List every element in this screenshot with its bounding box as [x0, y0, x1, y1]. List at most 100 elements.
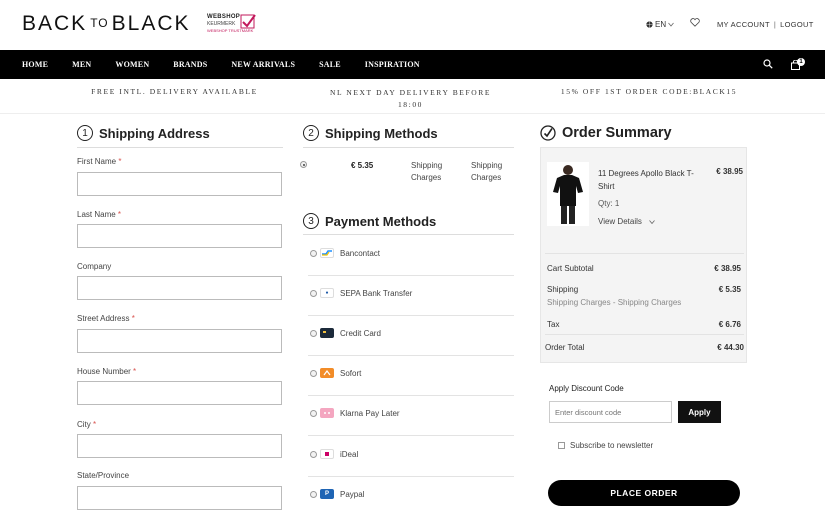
webshop-trustmark[interactable]: WEBSHOP KEURMERK WEBSHOP TRUSTMARK: [207, 14, 259, 36]
city-label: City *: [77, 420, 96, 429]
sofort-icon: [320, 368, 334, 378]
payment-option-bancontact[interactable]: Bancontact: [308, 236, 514, 276]
logout-link[interactable]: LOGOUT: [780, 20, 813, 29]
payment-radio[interactable]: [310, 250, 317, 257]
bancontact-icon: [320, 248, 334, 258]
last-name-label: Last Name *: [77, 210, 121, 219]
view-details-toggle[interactable]: View Details: [598, 217, 655, 226]
payment-name: Klarna Pay Later: [340, 409, 400, 418]
main-navigation: HOME MEN WOMEN BRANDS NEW ARRIVALS SALE …: [0, 50, 825, 79]
nav-item-sale[interactable]: SALE: [319, 60, 341, 69]
house-number-input[interactable]: [77, 381, 282, 405]
payment-option-ideal[interactable]: iDeal: [308, 437, 514, 477]
shipping-method-radio[interactable]: [300, 161, 307, 168]
globe-icon: [646, 21, 653, 28]
divider: [303, 234, 514, 235]
divider: [303, 147, 514, 148]
trustmark-line2: KEURMERK: [207, 21, 236, 27]
qty-label: Qty:: [598, 199, 613, 208]
nav-item-brands[interactable]: BRANDS: [173, 60, 207, 69]
shipping-method-name: Shipping Charges: [411, 160, 442, 184]
discount-code-input[interactable]: [549, 401, 672, 423]
nav-item-home[interactable]: HOME: [22, 60, 48, 69]
trustmark-line1: WEBSHOP: [207, 14, 241, 20]
label-text: Street Address: [77, 314, 130, 323]
label-text: First Name: [77, 157, 117, 166]
step-number: 3: [303, 213, 319, 229]
chevron-down-icon: [668, 22, 674, 27]
nav-item-inspiration[interactable]: INSPIRATION: [365, 60, 420, 69]
product-qty: Qty: 1: [598, 199, 619, 208]
payment-radio[interactable]: [310, 491, 317, 498]
state-province-label: State/Province: [77, 471, 129, 480]
payment-option-sepa[interactable]: ● SEPA Bank Transfer: [308, 276, 514, 316]
carrier-line1: Shipping: [471, 161, 503, 170]
city-input[interactable]: [77, 434, 282, 458]
company-label: Company: [77, 262, 111, 271]
wishlist-heart-icon[interactable]: [690, 18, 700, 27]
shipping-address-heading: 1 Shipping Address: [77, 125, 210, 141]
order-total-value: € 44.30: [717, 343, 744, 352]
search-icon[interactable]: [763, 59, 773, 69]
street-address-label: Street Address *: [77, 314, 135, 323]
step-number: 1: [77, 125, 93, 141]
product-name[interactable]: 11 Degrees Apollo Black T- Shirt: [598, 167, 694, 193]
label-text: City: [77, 420, 91, 429]
cart-button[interactable]: 1: [791, 58, 805, 70]
first-name-input[interactable]: [77, 172, 282, 196]
promo-bar: FREE INTL. DELIVERY AVAILABLE NL NEXT DA…: [0, 79, 825, 114]
credit-card-icon: [320, 328, 334, 338]
apply-discount-button[interactable]: Apply: [678, 401, 721, 423]
payment-option-klarna[interactable]: Klarna Pay Later: [308, 396, 514, 436]
newsletter-label: Subscribe to newsletter: [570, 441, 654, 450]
nav-item-new-arrivals[interactable]: NEW ARRIVALS: [231, 60, 295, 69]
payment-option-credit-card[interactable]: Credit Card: [308, 316, 514, 356]
newsletter-checkbox[interactable]: [558, 442, 565, 449]
site-logo[interactable]: BACK TO BLACK: [22, 12, 191, 36]
product-name-line2: Shirt: [598, 182, 615, 191]
payment-radio[interactable]: [310, 410, 317, 417]
street-address-input[interactable]: [77, 329, 282, 353]
last-name-input[interactable]: [77, 224, 282, 248]
company-input[interactable]: [77, 276, 282, 300]
required-marker: *: [133, 367, 137, 376]
state-province-input[interactable]: [77, 486, 282, 510]
my-account-link[interactable]: MY ACCOUNT: [717, 20, 770, 29]
newsletter-subscribe[interactable]: Subscribe to newsletter: [558, 441, 653, 450]
payment-radio[interactable]: [310, 370, 317, 377]
nav-items: HOME MEN WOMEN BRANDS NEW ARRIVALS SALE …: [22, 50, 444, 79]
cart-subtotal-value: € 38.95: [714, 264, 741, 273]
first-name-label: First Name *: [77, 157, 121, 166]
ideal-icon: [320, 449, 334, 459]
payment-name: SEPA Bank Transfer: [340, 289, 413, 298]
section-title: Payment Methods: [325, 213, 437, 229]
product-image[interactable]: [547, 162, 589, 226]
required-marker: *: [131, 314, 135, 323]
order-summary-heading: Order Summary: [540, 125, 672, 141]
check-circle-icon: [540, 125, 556, 141]
account-links: MY ACCOUNT | LOGOUT: [717, 20, 814, 29]
payment-name: Bancontact: [340, 249, 381, 258]
nav-item-men[interactable]: MEN: [72, 60, 91, 69]
shipping-value: € 5.35: [718, 285, 741, 294]
payment-radio[interactable]: [310, 451, 317, 458]
required-marker: *: [93, 420, 97, 429]
payment-option-paypal[interactable]: P Paypal: [308, 477, 514, 517]
payment-radio[interactable]: [310, 330, 317, 337]
required-marker: *: [118, 157, 122, 166]
language-selector[interactable]: EN: [646, 20, 674, 29]
divider: [545, 334, 744, 335]
top-header: BACK TO BLACK WEBSHOP KEURMERK WEBSHOP TRU…: [0, 0, 825, 50]
label-text: Company: [77, 262, 112, 271]
divider: [545, 253, 744, 254]
label-text: House Number: [77, 367, 131, 376]
tax-label: Tax: [547, 320, 560, 329]
payment-option-sofort[interactable]: Sofort: [308, 356, 514, 396]
payment-radio[interactable]: [310, 290, 317, 297]
logo-back: BACK: [22, 12, 88, 35]
place-order-button[interactable]: PLACE ORDER: [548, 480, 740, 506]
nav-item-women[interactable]: WOMEN: [115, 60, 149, 69]
label-text: Last Name: [77, 210, 116, 219]
klarna-icon: [320, 408, 334, 418]
section-title: Shipping Address: [99, 125, 210, 141]
